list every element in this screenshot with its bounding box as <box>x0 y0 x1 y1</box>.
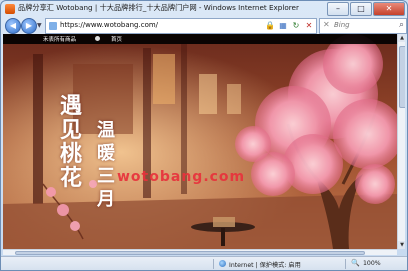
browser-window: 品牌分享汇 Wotobang | 十大品牌排行_十大品牌门户网 - Window… <box>0 0 408 271</box>
vertical-scroll-thumb[interactable] <box>399 46 405 108</box>
poem-char: 月 <box>97 189 115 210</box>
page-icon <box>49 22 57 30</box>
status-divider <box>345 259 346 269</box>
close-button[interactable]: ✕ <box>373 2 405 16</box>
poem-char: 温 <box>97 120 115 141</box>
forward-arrow-icon: ▶ <box>25 21 33 30</box>
compat-view-icon[interactable]: ▦ <box>278 20 288 31</box>
zoom-level[interactable]: 100% <box>363 260 381 267</box>
address-bar-icons: 🔒 ▦ ↻ ✕ <box>265 20 314 31</box>
nav-item-home[interactable]: 首页 <box>111 35 122 43</box>
nav-dot-icon <box>95 36 100 41</box>
site-top-nav: 禾表所有商品 首页 <box>3 34 397 44</box>
navigation-toolbar: ◀ ▶ ▼ https://www.wotobang.com/ 🔒 ▦ ↻ ✕ … <box>1 18 407 34</box>
status-divider <box>213 259 214 269</box>
search-input[interactable]: Bing <box>334 21 350 29</box>
refresh-icon[interactable]: ↻ <box>291 20 301 31</box>
security-zone-text[interactable]: Internet | 保护模式: 启用 <box>229 260 301 269</box>
back-arrow-icon: ◀ <box>9 21 17 30</box>
site-favicon-icon <box>5 4 15 14</box>
nav-item-all-products[interactable]: 禾表所有商品 <box>43 35 76 43</box>
zoom-icon[interactable]: 🔍 <box>351 259 360 267</box>
status-bar: Internet | 保护模式: 启用 🔍 100% <box>1 256 407 270</box>
lock-icon[interactable]: 🔒 <box>265 20 275 31</box>
window-controls: – □ ✕ <box>326 2 405 16</box>
search-box[interactable]: ✕ Bing ⌕ <box>319 18 407 34</box>
poem-left-column: 遇 见 桃 花 <box>60 94 86 190</box>
poem-char: 遇 <box>60 93 83 119</box>
horizontal-scroll-thumb[interactable] <box>15 251 365 255</box>
url-field[interactable]: https://www.wotobang.com/ <box>60 21 158 29</box>
history-dropdown-icon[interactable]: ▼ <box>37 22 42 29</box>
poem-char: 见 <box>60 117 83 143</box>
window-title: 品牌分享汇 Wotobang | 十大品牌排行_十大品牌门户网 - Window… <box>18 3 299 12</box>
site-watermark: wotobang.com <box>117 169 246 185</box>
search-icon[interactable]: ⌕ <box>399 20 404 30</box>
scroll-down-icon[interactable]: ▼ <box>398 241 405 249</box>
back-button[interactable]: ◀ <box>5 18 21 34</box>
poem-right-column: 温 暖 三 月 <box>97 119 119 211</box>
page-viewport: 禾表所有商品 首页 遇 见 桃 花 温 暖 三 月 wotobang.com ▲… <box>3 34 405 255</box>
poem-char: 暖 <box>97 143 115 164</box>
search-provider-icon[interactable]: ✕ <box>323 20 330 29</box>
scroll-up-icon[interactable]: ▲ <box>398 34 405 42</box>
stop-icon[interactable]: ✕ <box>304 20 314 31</box>
title-bar: 品牌分享汇 Wotobang | 十大品牌排行_十大品牌门户网 - Window… <box>1 1 407 17</box>
forward-button[interactable]: ▶ <box>21 18 37 34</box>
vertical-scrollbar[interactable]: ▲ ▼ <box>397 34 405 249</box>
poem-char: 花 <box>60 165 83 191</box>
maximize-button[interactable]: □ <box>350 2 372 16</box>
internet-zone-icon <box>219 260 226 267</box>
horizontal-scrollbar[interactable] <box>3 249 397 255</box>
minimize-button[interactable]: – <box>327 2 349 16</box>
poem-char: 三 <box>97 166 115 187</box>
address-bar[interactable]: https://www.wotobang.com/ 🔒 ▦ ↻ ✕ <box>45 18 317 34</box>
poem-char: 桃 <box>60 141 83 167</box>
